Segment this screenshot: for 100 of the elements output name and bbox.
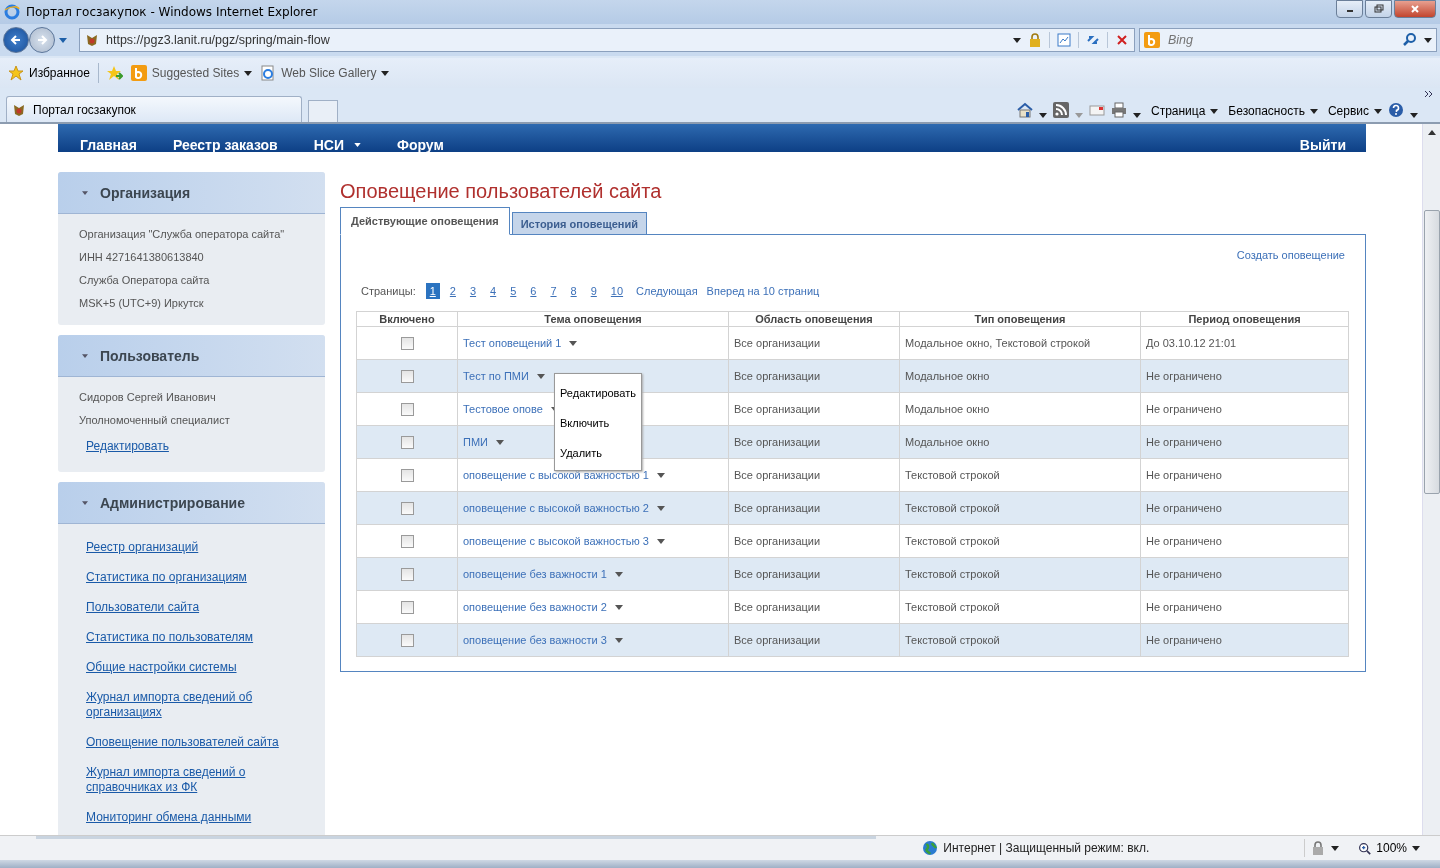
- add-favorite-icon[interactable]: [106, 65, 123, 81]
- mail-icon[interactable]: [1088, 102, 1105, 118]
- logout-link[interactable]: Выйти: [1299, 138, 1346, 152]
- page-link[interactable]: 3: [465, 283, 481, 299]
- dropdown-caret-icon[interactable]: [1412, 845, 1420, 851]
- sidebar-link[interactable]: Журнал импорта сведений о справочниках из ФК: [86, 765, 305, 795]
- help-icon[interactable]: [1388, 102, 1404, 118]
- checkbox[interactable]: [400, 402, 414, 416]
- page-link[interactable]: 7: [546, 283, 561, 299]
- command-menu[interactable]: Сервис: [1327, 104, 1382, 118]
- forward-button[interactable]: [29, 27, 55, 53]
- favorites-link[interactable]: Web Slice Gallery: [260, 65, 390, 81]
- sidebar-link[interactable]: Оповещение пользователей сайта: [86, 735, 279, 750]
- checkbox[interactable]: [400, 501, 414, 515]
- checkbox[interactable]: [400, 369, 414, 383]
- topic-link[interactable]: оповещение без важности 2: [463, 601, 607, 613]
- dropdown-caret-icon[interactable]: [1424, 37, 1432, 43]
- dropdown-caret-icon[interactable]: [614, 604, 623, 610]
- compatibility-icon[interactable]: [1049, 32, 1072, 48]
- scroll-up-icon[interactable]: [1427, 130, 1436, 135]
- favorites-button[interactable]: Избранное: [8, 65, 90, 81]
- scrollbar[interactable]: [1422, 124, 1440, 835]
- dropdown-caret-icon[interactable]: [496, 439, 504, 445]
- restore-button[interactable]: [1365, 0, 1392, 18]
- checkbox[interactable]: [400, 567, 414, 581]
- dropdown-caret-icon[interactable]: [656, 505, 665, 511]
- sidebar-link[interactable]: Пользователи сайта: [86, 600, 200, 615]
- page-link[interactable]: 4: [486, 283, 501, 299]
- topic-link[interactable]: оповещение без важности 3: [463, 634, 607, 646]
- zoom-button[interactable]: 100%: [1358, 841, 1407, 855]
- forward-pages-link[interactable]: Вперед на 10 страниц: [706, 285, 820, 297]
- minimize-button[interactable]: [1336, 0, 1363, 18]
- menu-item[interactable]: Редактировать: [555, 378, 641, 408]
- favorites-link[interactable]: Suggested Sites: [130, 65, 253, 81]
- dropdown-caret-icon[interactable]: [656, 472, 665, 478]
- feed-icon[interactable]: [1052, 102, 1069, 118]
- browser-tab[interactable]: Портал госзакупок: [6, 96, 302, 122]
- sidebar-link[interactable]: Мониторинг обмена данными: [86, 810, 252, 825]
- command-menu[interactable]: Безопасность: [1228, 104, 1318, 118]
- stop-icon[interactable]: [1107, 32, 1130, 48]
- dropdown-caret-icon[interactable]: [614, 637, 623, 643]
- refresh-icon[interactable]: [1078, 32, 1101, 48]
- checkbox[interactable]: [400, 534, 414, 548]
- topic-link[interactable]: оповещение без важности 1: [463, 568, 607, 580]
- sidebar-link[interactable]: Общие настройки системы: [86, 660, 237, 675]
- search-box[interactable]: Bing: [1139, 28, 1437, 52]
- content-tab[interactable]: История оповещений: [511, 212, 647, 235]
- create-link[interactable]: Создать оповещение: [1236, 249, 1345, 261]
- sidebar-link[interactable]: Реестр организаций: [86, 540, 199, 555]
- dropdown-caret-icon[interactable]: [1013, 37, 1021, 43]
- address-field[interactable]: https://pgz3.lanit.ru/pgz/spring/main-flow: [79, 28, 1135, 52]
- dropdown-caret-icon[interactable]: [1038, 113, 1047, 118]
- section-header[interactable]: Администрирование: [58, 482, 325, 524]
- nav-item[interactable]: Главная: [80, 138, 137, 152]
- section-header[interactable]: Пользователь: [58, 335, 325, 377]
- page-link[interactable]: 6: [526, 283, 541, 299]
- dropdown-caret-icon[interactable]: [536, 373, 545, 379]
- checkbox[interactable]: [400, 633, 414, 647]
- sidebar-link[interactable]: Статистика по организациям: [86, 570, 247, 585]
- checkbox[interactable]: [400, 336, 414, 350]
- lock-icon[interactable]: [1027, 32, 1043, 48]
- sidebar-link[interactable]: Журнал импорта сведений об организациях: [86, 690, 305, 720]
- close-button[interactable]: [1394, 0, 1436, 18]
- dropdown-caret-icon[interactable]: [569, 340, 578, 346]
- topic-link[interactable]: ПМИ: [463, 436, 488, 448]
- page-link[interactable]: 9: [586, 283, 601, 299]
- nav-item[interactable]: НСИ: [313, 138, 361, 152]
- dropdown-caret-icon[interactable]: [1410, 113, 1418, 118]
- topic-link[interactable]: Тест по ПМИ: [463, 370, 529, 382]
- sidebar-link[interactable]: Статистика по пользователям: [86, 630, 254, 645]
- checkbox[interactable]: [400, 468, 414, 482]
- menu-item[interactable]: Включить: [555, 408, 641, 438]
- page-link[interactable]: 8: [566, 283, 581, 299]
- page-link[interactable]: 1: [425, 283, 440, 299]
- menu-item[interactable]: Удалить: [555, 438, 641, 468]
- home-icon[interactable]: [1016, 102, 1033, 118]
- checkbox[interactable]: [400, 435, 414, 449]
- topic-link[interactable]: Тестовое опове: [463, 403, 543, 415]
- search-icon[interactable]: [1402, 32, 1418, 48]
- sidebar-link[interactable]: Редактировать: [86, 439, 169, 454]
- topic-link[interactable]: Тест оповещений 1: [463, 337, 562, 349]
- caret-icon: [1374, 108, 1382, 114]
- dropdown-caret-icon[interactable]: [1132, 113, 1141, 118]
- nav-item[interactable]: Форум: [397, 138, 444, 152]
- back-button[interactable]: [3, 27, 29, 53]
- page-link[interactable]: 5: [506, 283, 521, 299]
- printer-icon[interactable]: [1110, 102, 1127, 118]
- dropdown-caret-icon[interactable]: [614, 571, 623, 577]
- search-field[interactable]: Bing: [1166, 32, 1396, 48]
- dropdown-caret-icon[interactable]: [1331, 845, 1340, 851]
- dropdown-caret-icon[interactable]: [656, 538, 665, 544]
- content-tab[interactable]: Действующие оповещения: [340, 207, 510, 235]
- chevron-icon[interactable]: [1424, 90, 1434, 98]
- command-menu[interactable]: Страница: [1150, 104, 1219, 118]
- page-link[interactable]: 10: [606, 283, 628, 299]
- section-header[interactable]: Организация: [58, 172, 325, 214]
- checkbox[interactable]: [400, 600, 414, 614]
- nav-item[interactable]: Реестр заказов: [172, 138, 278, 152]
- next-page-link[interactable]: Следующая: [636, 285, 698, 297]
- page-link[interactable]: 2: [445, 283, 460, 299]
